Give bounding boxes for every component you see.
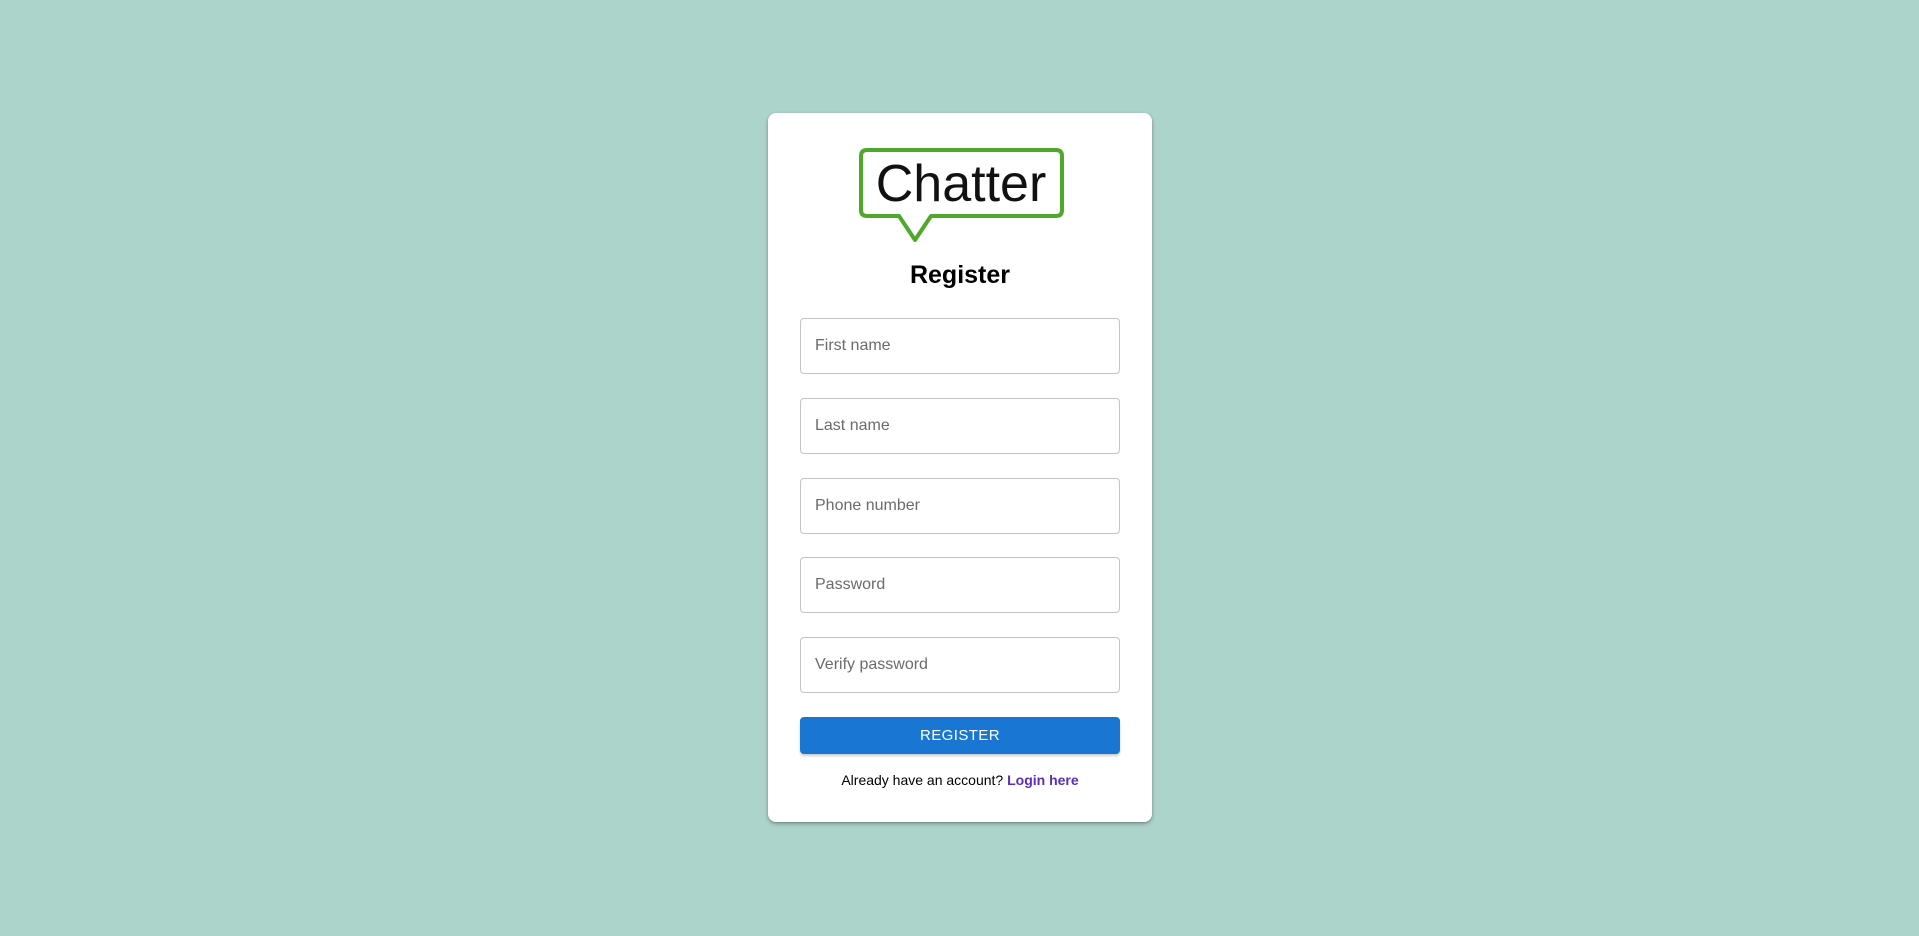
register-card: Chatter Register REGISTER Already have a… bbox=[768, 113, 1152, 822]
phone-number-field bbox=[800, 478, 1120, 534]
register-button[interactable]: REGISTER bbox=[800, 717, 1120, 754]
verify-password-input[interactable] bbox=[801, 638, 1119, 692]
verify-password-field bbox=[800, 637, 1120, 693]
login-prompt-text: Already have an account? bbox=[841, 772, 1008, 788]
password-field bbox=[800, 557, 1120, 613]
phone-number-input[interactable] bbox=[801, 479, 1119, 533]
logo-text: Chatter bbox=[876, 155, 1047, 213]
login-link[interactable]: Login here bbox=[1007, 772, 1079, 788]
password-input[interactable] bbox=[801, 558, 1119, 612]
chatter-logo: Chatter bbox=[859, 148, 1064, 242]
last-name-input[interactable] bbox=[801, 399, 1119, 453]
page-title: Register bbox=[909, 261, 1011, 289]
last-name-field bbox=[800, 398, 1120, 454]
first-name-input[interactable] bbox=[801, 319, 1119, 373]
first-name-field bbox=[800, 318, 1120, 374]
login-prompt: Already have an account? Login here bbox=[768, 772, 1152, 788]
